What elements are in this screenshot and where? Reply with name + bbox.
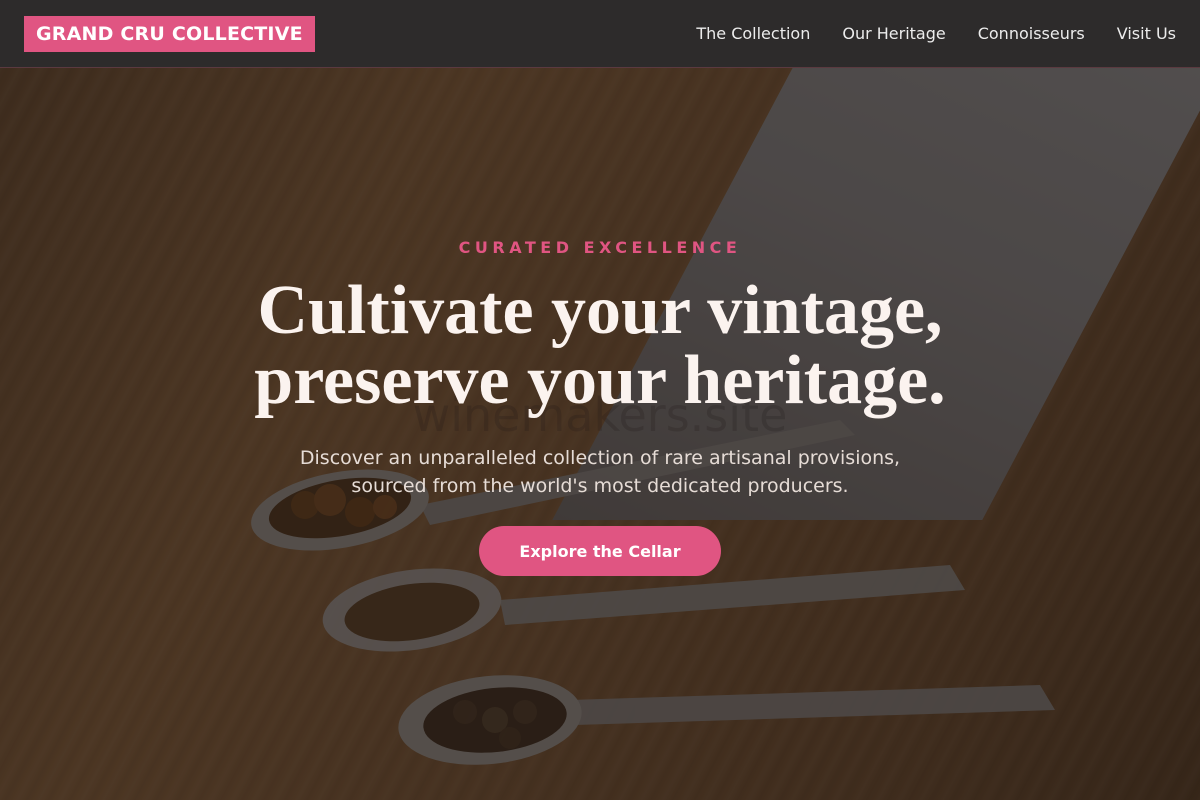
- hero-eyebrow: CURATED EXCELLENCE: [458, 238, 742, 257]
- landing-page: GRAND CRU COLLECTIVE The Collection Our …: [0, 0, 1200, 800]
- main-nav: The Collection Our Heritage Connoisseurs…: [696, 24, 1176, 43]
- hero-headline: Cultivate your vintage, preserve your he…: [0, 276, 1200, 416]
- nav-item-the-collection[interactable]: The Collection: [696, 24, 810, 43]
- hero-headline-line-1: Cultivate your vintage,: [257, 272, 943, 349]
- hero-section: CURATED EXCELLENCE winemakers.site Culti…: [0, 0, 1200, 800]
- site-header: GRAND CRU COLLECTIVE The Collection Our …: [0, 0, 1200, 68]
- hero-headline-line-2: preserve your heritage.: [254, 342, 946, 419]
- nav-item-connoisseurs[interactable]: Connoisseurs: [978, 24, 1085, 43]
- nav-item-our-heritage[interactable]: Our Heritage: [842, 24, 945, 43]
- hero-subtext: Discover an unparalleled collection of r…: [0, 444, 1200, 500]
- nav-item-visit-us[interactable]: Visit Us: [1117, 24, 1176, 43]
- explore-the-cellar-button[interactable]: Explore the Cellar: [479, 526, 721, 576]
- hero-subtext-line-1: Discover an unparalleled collection of r…: [299, 447, 901, 469]
- hero-subtext-line-2: sourced from the world's most dedicated …: [351, 475, 849, 497]
- brand-logo[interactable]: GRAND CRU COLLECTIVE: [24, 15, 315, 52]
